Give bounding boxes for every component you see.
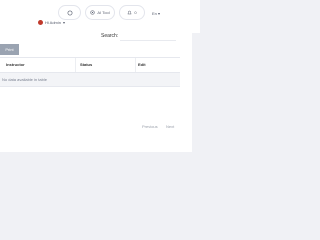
ai-tool-button[interactable]: AI Tool xyxy=(85,5,115,20)
chevron-down-icon: ▾ xyxy=(63,20,66,25)
search-input[interactable] xyxy=(120,31,176,41)
table-header: Instructor Status Edit xyxy=(0,57,180,73)
notifications-button[interactable]: 0 xyxy=(119,5,145,20)
column-divider xyxy=(75,58,76,72)
avatar xyxy=(38,20,43,25)
ai-tool-label: AI Tool xyxy=(97,10,110,15)
user-label: Hi Admin xyxy=(45,20,62,25)
top-bar: Visit Site AI Tool 0 En ▾ Hi Admin ▾ xyxy=(0,0,200,33)
notifications-count: 0 xyxy=(134,10,137,15)
chevron-down-icon: ▾ xyxy=(158,11,161,16)
gear-icon xyxy=(90,10,95,15)
bell-icon xyxy=(127,10,133,15)
language-label: En xyxy=(152,11,157,16)
user-menu[interactable]: Hi Admin ▾ xyxy=(38,20,65,25)
search-label: Search: xyxy=(101,33,119,39)
refresh-icon xyxy=(67,10,72,15)
next-page-button[interactable]: Next xyxy=(166,124,174,129)
column-divider xyxy=(135,58,136,72)
column-header-status[interactable]: Status xyxy=(80,62,92,67)
column-header-instructor[interactable]: Instructor xyxy=(6,62,25,67)
refresh-button[interactable] xyxy=(58,5,81,20)
previous-page-button[interactable]: Previous xyxy=(142,124,158,129)
print-button[interactable]: Print xyxy=(0,44,19,55)
empty-table-row: No data available in table xyxy=(0,73,180,87)
language-selector[interactable]: En ▾ xyxy=(152,11,160,16)
data-table: Instructor Status Edit No data available… xyxy=(0,57,180,87)
content-card xyxy=(0,33,192,152)
column-header-edit[interactable]: Edit xyxy=(138,62,146,67)
empty-table-message: No data available in table xyxy=(2,77,47,82)
